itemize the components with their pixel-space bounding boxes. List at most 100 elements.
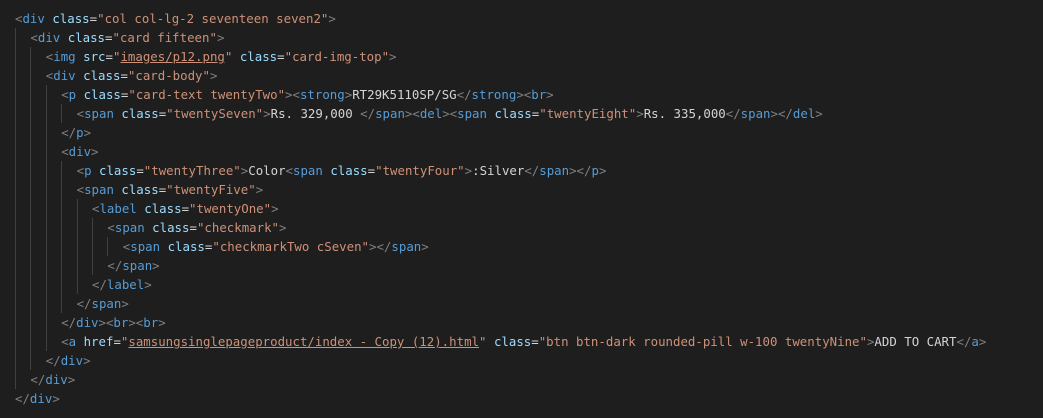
- code-token: =: [105, 49, 113, 64]
- indent-guide: [76, 275, 78, 294]
- code-token: class: [494, 106, 532, 121]
- code-token: <: [76, 106, 85, 121]
- indent-guide: [30, 142, 32, 161]
- code-token: "btn btn-dark rounded-pill w-100 twentyN…: [538, 334, 867, 349]
- code-token: del: [792, 106, 816, 121]
- code-token: ></: [770, 106, 793, 121]
- code-line[interactable]: <span class="twentySeven">Rs. 329,000 </…: [0, 104, 1043, 123]
- code-token: a: [971, 334, 979, 349]
- code-line[interactable]: <span class="twentyFive">: [0, 180, 1043, 199]
- code-token: >: [216, 30, 225, 45]
- indent-guide: [15, 180, 16, 199]
- code-line-text: </div>: [46, 351, 91, 370]
- indent-guide: [15, 332, 16, 351]
- indent-guide: [30, 332, 32, 351]
- code-line-text: <label class="twentyOne">: [92, 199, 279, 218]
- code-token: =: [367, 163, 376, 178]
- code-line[interactable]: </span>: [0, 294, 1043, 313]
- code-editor[interactable]: <div class="col col-lg-2 seventeen seven…: [0, 0, 1043, 418]
- indent-guide: [15, 294, 16, 313]
- code-token: "card-body": [127, 68, 210, 83]
- indent-guide: [45, 294, 47, 313]
- code-token: span: [457, 106, 487, 121]
- code-line[interactable]: </div>: [0, 389, 1043, 408]
- code-token: div: [22, 11, 45, 26]
- indent-guide: [45, 313, 47, 332]
- indent-guide: [15, 142, 16, 161]
- code-line-text: <div class="card fifteen">: [30, 28, 224, 47]
- code-token: =: [531, 334, 539, 349]
- code-token: div: [76, 315, 99, 330]
- code-token: label: [106, 277, 145, 292]
- code-line[interactable]: <div>: [0, 142, 1043, 161]
- code-token: samsungsinglepageproduct/index - Copy (1…: [128, 334, 479, 349]
- code-line-text: <p class="twentyThree">Color<span class=…: [77, 161, 607, 180]
- code-token: br: [143, 315, 159, 330]
- code-line[interactable]: <span class="checkmark">: [0, 218, 1043, 237]
- indent-guide: [15, 47, 16, 66]
- code-token: class: [167, 239, 205, 254]
- indent-guide: [15, 66, 16, 85]
- indent-guide: [107, 237, 109, 256]
- code-token: =: [113, 334, 121, 349]
- indent-guide: [15, 237, 16, 256]
- code-token: br: [113, 315, 129, 330]
- code-line-text: <span class="twentySeven">Rs. 329,000 </…: [77, 104, 823, 123]
- code-token: ></: [569, 163, 592, 178]
- code-token: "card-img-top": [284, 49, 390, 64]
- code-token: div: [37, 30, 61, 45]
- code-token: span: [130, 239, 161, 254]
- code-line[interactable]: <img src="images/p12.png" class="card-im…: [0, 47, 1043, 66]
- code-token: Rs. 329,000: [270, 106, 361, 121]
- indent-guide: [30, 161, 32, 180]
- code-token: class: [144, 201, 182, 216]
- code-line[interactable]: <label class="twentyOne">: [0, 199, 1043, 218]
- indent-guide: [15, 85, 16, 104]
- code-token: class: [83, 87, 121, 102]
- code-token: p: [84, 163, 92, 178]
- code-token: <: [61, 334, 69, 349]
- code-token: >: [255, 182, 264, 197]
- code-token: class: [493, 334, 532, 349]
- code-line[interactable]: </div>: [0, 351, 1043, 370]
- code-line[interactable]: </span>: [0, 256, 1043, 275]
- code-token: "card fifteen": [112, 30, 217, 45]
- code-token: Color: [248, 163, 286, 178]
- code-token: =: [136, 163, 144, 178]
- code-token: class: [330, 163, 368, 178]
- code-line[interactable]: <div class="card fifteen">: [0, 28, 1043, 47]
- code-token: span: [539, 163, 570, 178]
- indent-guide: [15, 218, 16, 237]
- code-token: div: [29, 391, 53, 406]
- code-line[interactable]: <div class="card-body">: [0, 66, 1043, 85]
- code-line[interactable]: </div><br><br>: [0, 313, 1043, 332]
- code-line[interactable]: </div>: [0, 370, 1043, 389]
- code-line[interactable]: <span class="checkmarkTwo cSeven"></span…: [0, 237, 1043, 256]
- code-token: =: [120, 68, 128, 83]
- code-token: =: [105, 30, 113, 45]
- code-token: span: [84, 106, 114, 121]
- code-line-text: <p class="card-text twentyTwo"><strong>R…: [61, 85, 553, 104]
- code-line[interactable]: <p class="twentyThree">Color<span class=…: [0, 161, 1043, 180]
- code-line[interactable]: </label>: [0, 275, 1043, 294]
- code-token: </: [15, 391, 30, 406]
- code-line[interactable]: <div class="col col-lg-2 seventeen seven…: [0, 9, 1043, 28]
- code-line[interactable]: <p class="card-text twentyTwo"><strong>R…: [0, 85, 1043, 104]
- indent-guide: [45, 332, 47, 351]
- indent-guide: [30, 47, 32, 66]
- code-line-text: <div class="col col-lg-2 seventeen seven…: [15, 9, 336, 28]
- indent-guide: [61, 199, 63, 218]
- indent-guide: [30, 66, 32, 85]
- code-line[interactable]: <a href="samsungsinglepageproduct/index …: [0, 332, 1043, 351]
- indent-guide: [92, 237, 93, 256]
- code-token: >: [263, 106, 271, 121]
- code-line[interactable]: </p>: [0, 123, 1043, 142]
- indent-guide: [45, 256, 47, 275]
- code-token: span: [114, 220, 145, 235]
- code-token: Rs. 335,000: [643, 106, 726, 121]
- code-token: span: [293, 163, 323, 178]
- indent-guide: [15, 104, 16, 123]
- indent-guide: [15, 123, 16, 142]
